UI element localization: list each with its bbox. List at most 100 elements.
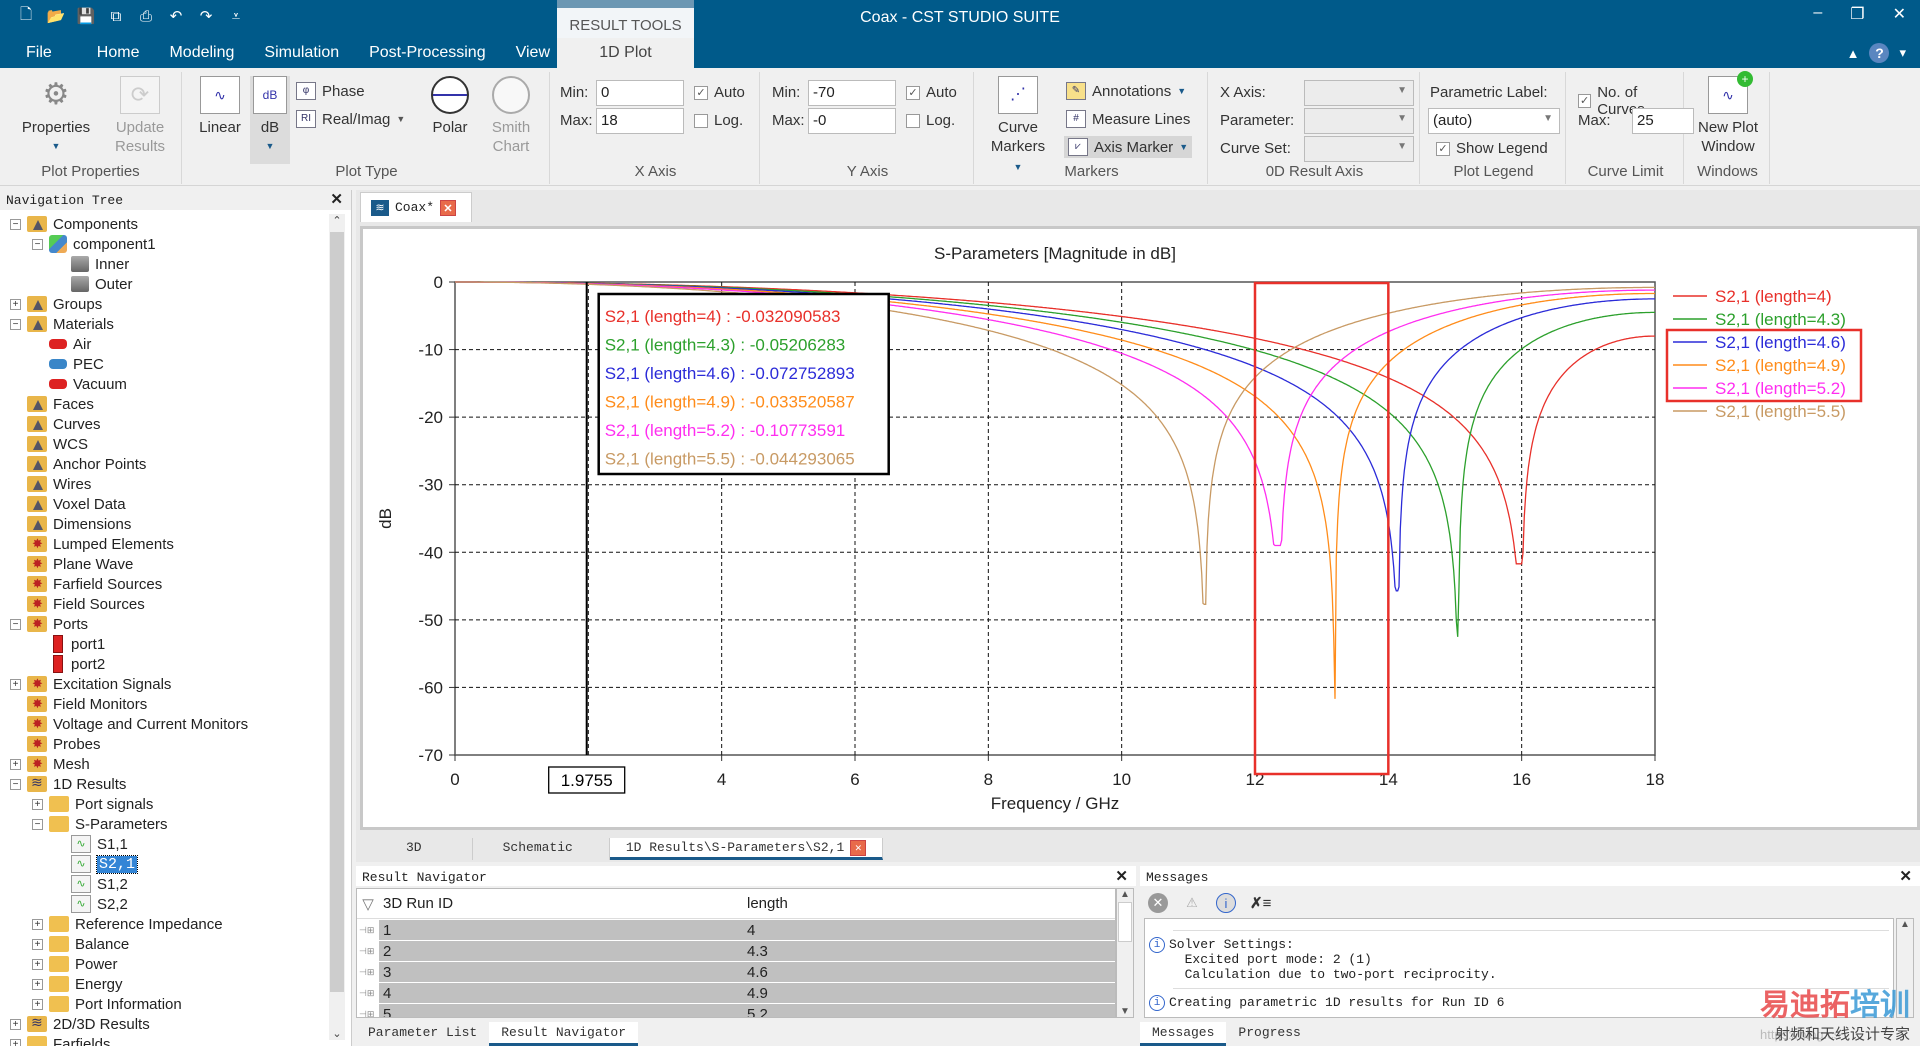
table-row[interactable]: ⊣⊞ 4 4.9 <box>359 983 1115 1003</box>
db-button[interactable]: dB dB ▼ <box>250 76 290 164</box>
measure-lines-button[interactable]: # Measure Lines <box>1066 110 1190 128</box>
y-log-checkbox[interactable]: Log. <box>906 112 955 129</box>
x-axis-combo[interactable]: ▼ <box>1304 80 1414 106</box>
expand-icon[interactable]: + <box>10 298 21 310</box>
tree-item[interactable]: Plane Wave <box>4 554 330 574</box>
tree-item[interactable]: − Ports <box>4 614 330 634</box>
tree-item[interactable]: − S-Parameters <box>4 814 330 834</box>
tree-item[interactable]: port1 <box>4 634 330 654</box>
x-max-field[interactable]: 18 <box>596 108 684 134</box>
tree-item[interactable]: + Excitation Signals <box>4 674 330 694</box>
tree-item[interactable]: ∿ S2,1 <box>4 854 330 874</box>
tree-item[interactable]: Inner <box>4 254 330 274</box>
expand-icon[interactable]: + <box>10 758 21 770</box>
info-filter-icon[interactable]: i <box>1216 893 1236 913</box>
table-row[interactable]: ⊣⊞ 1 4 <box>359 920 1115 940</box>
pin-icon[interactable]: ⊣⊞ <box>359 946 374 957</box>
message-item[interactable]: i Solver Settings: Excited port mode: 2 (… <box>1149 937 1889 982</box>
tree-item[interactable]: Wires <box>4 474 330 494</box>
tree-item[interactable]: Anchor Points <box>4 454 330 474</box>
tree-item[interactable]: PEC <box>4 354 330 374</box>
expand-icon[interactable]: + <box>10 1038 21 1046</box>
tab-view[interactable]: View <box>501 40 565 68</box>
curve-set-combo[interactable]: ▼ <box>1304 136 1414 162</box>
collapse-ribbon-icon[interactable]: ▲ <box>1847 46 1860 61</box>
properties-button[interactable]: ⚙ Properties ▼ <box>14 76 98 156</box>
tree-item[interactable]: Outer <box>4 274 330 294</box>
close-icon[interactable]: ✕ <box>1115 867 1128 885</box>
help-dropdown-icon[interactable]: ▾ <box>1899 45 1906 61</box>
view-tab-schematic[interactable]: Schematic <box>473 838 610 860</box>
real-imag-button[interactable]: RI Real/Imag ▼ <box>296 110 405 128</box>
tab-post-processing[interactable]: Post-Processing <box>354 40 501 68</box>
tree-item[interactable]: Voxel Data <box>4 494 330 514</box>
tree-item[interactable]: Faces <box>4 394 330 414</box>
clear-messages-icon[interactable]: ✗≡ <box>1250 894 1271 912</box>
close-button[interactable]: ✕ <box>1893 4 1906 24</box>
tree-item[interactable]: ∿ S1,1 <box>4 834 330 854</box>
tab-messages[interactable]: Messages <box>1140 1022 1227 1046</box>
warning-filter-icon[interactable]: ⚠ <box>1182 893 1202 913</box>
collapse-icon[interactable]: − <box>10 218 21 230</box>
parameter-combo[interactable]: ▼ <box>1304 108 1414 134</box>
expand-icon[interactable]: + <box>32 938 43 950</box>
curve-markers-button[interactable]: ⋰ Curve Markers ▼ <box>986 76 1050 177</box>
scroll-up-icon[interactable]: ▲ <box>1897 919 1913 930</box>
table-row[interactable]: ⊣⊞ 2 4.3 <box>359 941 1115 961</box>
close-tab-icon[interactable]: ✕ <box>440 199 457 216</box>
tab-1d-plot[interactable]: 1D Plot <box>557 38 694 68</box>
tree-item[interactable]: + Port signals <box>4 794 330 814</box>
tree-item[interactable]: + Farfields <box>4 1034 330 1046</box>
expand-icon[interactable]: + <box>10 1018 21 1030</box>
tree-item[interactable]: WCS <box>4 434 330 454</box>
expand-icon[interactable]: + <box>32 998 43 1010</box>
scroll-thumb[interactable] <box>330 232 344 992</box>
tab-simulation[interactable]: Simulation <box>249 40 354 68</box>
help-icon[interactable]: ? <box>1869 43 1890 63</box>
tree-item[interactable]: + Balance <box>4 934 330 954</box>
x-auto-checkbox[interactable]: ✓ Auto <box>694 84 745 101</box>
tree-item[interactable]: Dimensions <box>4 514 330 534</box>
tab-home[interactable]: Home <box>82 40 155 68</box>
scroll-thumb[interactable] <box>1118 902 1132 942</box>
update-results-button[interactable]: ⟳ Update Results <box>104 76 176 156</box>
tree-item[interactable]: + Groups <box>4 294 330 314</box>
minimize-button[interactable]: – <box>1813 4 1822 24</box>
expand-icon[interactable]: + <box>10 678 21 690</box>
collapse-icon[interactable]: − <box>32 238 43 250</box>
error-filter-icon[interactable]: ✕ <box>1148 893 1168 913</box>
pin-icon[interactable]: ⊣⊞ <box>359 988 374 999</box>
tree-item[interactable]: Curves <box>4 414 330 434</box>
show-legend-checkbox[interactable]: ✓ Show Legend <box>1436 140 1548 157</box>
tree-item[interactable]: Voltage and Current Monitors <box>4 714 330 734</box>
tree-item[interactable]: port2 <box>4 654 330 674</box>
column-header-length[interactable]: length <box>747 895 1115 912</box>
expand-icon[interactable]: + <box>32 958 43 970</box>
tab-result-navigator[interactable]: Result Navigator <box>489 1022 639 1046</box>
s-parameter-chart[interactable]: S-Parameters [Magnitude in dB] 0 -10 -20 -30… <box>363 229 1917 827</box>
pin-icon[interactable]: ⊣⊞ <box>359 1009 374 1018</box>
tree-item[interactable]: Field Sources <box>4 594 330 614</box>
x-log-checkbox[interactable]: Log. <box>694 112 743 129</box>
table-row[interactable]: ⊣⊞ 3 4.6 <box>359 962 1115 982</box>
linear-button[interactable]: ∿ Linear <box>192 76 248 137</box>
pin-icon[interactable]: ⊣⊞ <box>359 967 374 978</box>
tree-item[interactable]: − 1D Results <box>4 774 330 794</box>
tree-item[interactable]: Lumped Elements <box>4 534 330 554</box>
tree-item[interactable]: − component1 <box>4 234 330 254</box>
tree-item[interactable]: Vacuum <box>4 374 330 394</box>
close-icon[interactable]: ✕ <box>330 190 343 208</box>
y-min-field[interactable]: -70 <box>808 80 896 106</box>
new-plot-window-button[interactable]: ∿ + New Plot Window <box>1690 71 1766 156</box>
collapse-icon[interactable]: − <box>10 778 21 790</box>
tree-item[interactable]: + Reference Impedance <box>4 914 330 934</box>
smith-chart-button[interactable]: Smith Chart <box>480 76 542 156</box>
tree-item[interactable]: +2D/3D Results <box>4 1014 330 1034</box>
tree-item[interactable]: ∿ S2,2 <box>4 894 330 914</box>
curve-max-field[interactable]: 25 <box>1632 108 1694 134</box>
tree-item[interactable]: + Mesh <box>4 754 330 774</box>
scroll-up-icon[interactable]: ▲ <box>1117 889 1133 900</box>
tree-item[interactable]: Probes <box>4 734 330 754</box>
phase-button[interactable]: φ Phase <box>296 82 365 100</box>
expand-icon[interactable]: + <box>32 798 43 810</box>
